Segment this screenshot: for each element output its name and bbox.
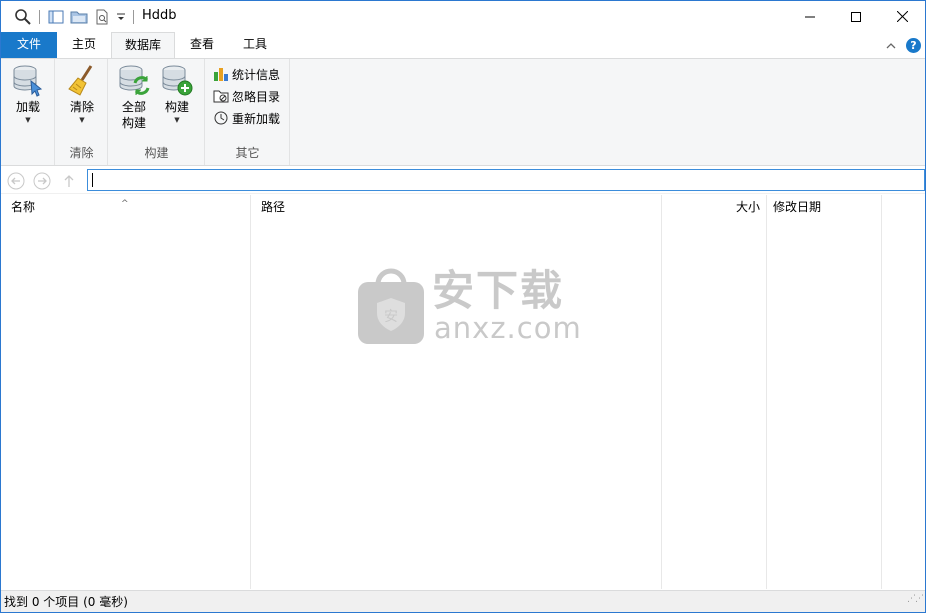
address-input[interactable]	[87, 169, 925, 191]
dropdown-icon[interactable]	[115, 7, 127, 27]
quick-access-toolbar	[13, 6, 140, 28]
chevron-down-icon: ▼	[79, 116, 85, 124]
chevron-down-icon: ▼	[174, 116, 180, 124]
ribbon-tabs: 文件 主页 数据库 查看 工具 ?	[1, 32, 925, 59]
ignore-label: 忽略目录	[232, 89, 281, 104]
group-label-clear: 清除	[69, 146, 94, 160]
stats-label: 统计信息	[232, 67, 281, 82]
watermark-domain: anxz.com	[434, 311, 582, 345]
ribbon-group-load: 加载 ▼	[1, 59, 55, 165]
load-button[interactable]: 加载 ▼	[6, 63, 50, 125]
tab-file[interactable]: 文件	[1, 32, 57, 58]
ribbon-panel: 加载 ▼ 清除 ▼ 清除 全部 构建 构建 ▼ 构建 统计信息 忽略目录 重新加…	[1, 58, 925, 166]
build-all-button[interactable]: 全部 构建	[112, 63, 156, 131]
load-label: 加载	[15, 100, 40, 114]
navigation-bar	[1, 167, 925, 194]
preview-icon[interactable]	[92, 7, 112, 27]
group-label-build: 构建	[144, 146, 169, 160]
folder-ignore-icon	[212, 88, 229, 105]
ribbon-group-build: 全部 构建 构建 ▼ 构建	[109, 59, 205, 165]
clear-button[interactable]: 清除 ▼	[60, 63, 104, 125]
reload-icon	[212, 110, 229, 127]
window-controls	[787, 1, 925, 32]
back-icon[interactable]	[5, 170, 27, 192]
column-header-size[interactable]: 大小	[662, 195, 766, 219]
tab-home[interactable]: 主页	[58, 32, 110, 58]
column-modified-label: 修改日期	[773, 200, 822, 214]
column-header-path[interactable]: 路径	[251, 195, 661, 219]
forward-icon[interactable]	[31, 170, 53, 192]
up-icon[interactable]	[58, 170, 80, 192]
sort-up-icon: ^	[121, 199, 129, 209]
column-name-label: 名称	[11, 200, 36, 214]
build-all-label-line1: 全部	[121, 100, 146, 114]
file-list[interactable]: 名称 ^ 路径 大小 修改日期 安 安下载 anxz.com	[1, 195, 925, 589]
search-icon[interactable]	[13, 7, 33, 27]
column-divider[interactable]	[250, 195, 251, 589]
status-bar: 找到 0 个项目 (0 毫秒) ⋰⋰	[1, 590, 925, 612]
build-all-label-line2: 构建	[121, 116, 146, 130]
minimize-icon[interactable]	[787, 1, 833, 32]
stats-button[interactable]: 统计信息	[212, 64, 280, 84]
app-window: Hddb 文件 主页 数据库 查看 工具 ? 加载 ▼ 清除 ▼ 清除 全部 构…	[0, 0, 926, 613]
column-divider[interactable]	[881, 195, 882, 589]
chevron-down-icon: ▼	[25, 116, 31, 124]
group-label-other: 其它	[235, 146, 260, 160]
collapse-ribbon-icon[interactable]	[886, 39, 896, 53]
toolbar-separator	[133, 10, 134, 24]
build-label: 构建	[164, 100, 189, 114]
clear-label: 清除	[69, 100, 94, 114]
build-button[interactable]: 构建 ▼	[155, 63, 199, 125]
resize-grip-icon[interactable]: ⋰⋰	[907, 588, 924, 610]
database-add-icon	[160, 63, 194, 97]
title-bar: Hddb	[1, 1, 925, 32]
maximize-icon[interactable]	[833, 1, 879, 32]
ribbon-group-clear: 清除 ▼ 清除	[56, 59, 108, 165]
watermark-badge-text: 安	[384, 309, 398, 325]
reload-button[interactable]: 重新加载	[212, 108, 280, 128]
panel-icon[interactable]	[46, 7, 66, 27]
ribbon-group-other: 统计信息 忽略目录 重新加载 其它	[206, 59, 290, 165]
stats-chart-icon	[212, 66, 229, 83]
text-caret	[92, 173, 93, 187]
column-divider[interactable]	[766, 195, 767, 589]
column-header-name[interactable]: 名称 ^	[1, 195, 250, 219]
tab-tools[interactable]: 工具	[229, 32, 281, 58]
watermark-text: 安下载	[432, 266, 565, 315]
close-icon[interactable]	[879, 1, 925, 32]
column-path-label: 路径	[261, 200, 286, 214]
broom-icon	[65, 63, 99, 97]
reload-label: 重新加载	[232, 111, 281, 126]
tab-view[interactable]: 查看	[176, 32, 228, 58]
watermark-bag-icon: 安	[356, 266, 426, 346]
ignore-folders-button[interactable]: 忽略目录	[212, 86, 280, 106]
window-title: Hddb	[142, 8, 177, 23]
status-text: 找到 0 个项目 (0 毫秒)	[4, 595, 128, 609]
tab-database[interactable]: 数据库	[111, 32, 175, 59]
help-icon[interactable]: ?	[906, 38, 921, 53]
ribbon-options: ?	[886, 38, 921, 53]
database-load-icon	[11, 63, 45, 97]
database-refresh-icon	[117, 63, 151, 97]
watermark-logo: 安 安下载 anxz.com	[356, 266, 581, 348]
toolbar-separator	[39, 10, 40, 24]
column-size-label: 大小	[735, 200, 760, 214]
column-divider[interactable]	[661, 195, 662, 589]
folder-icon[interactable]	[69, 7, 89, 27]
column-header-modified[interactable]: 修改日期	[767, 195, 881, 219]
